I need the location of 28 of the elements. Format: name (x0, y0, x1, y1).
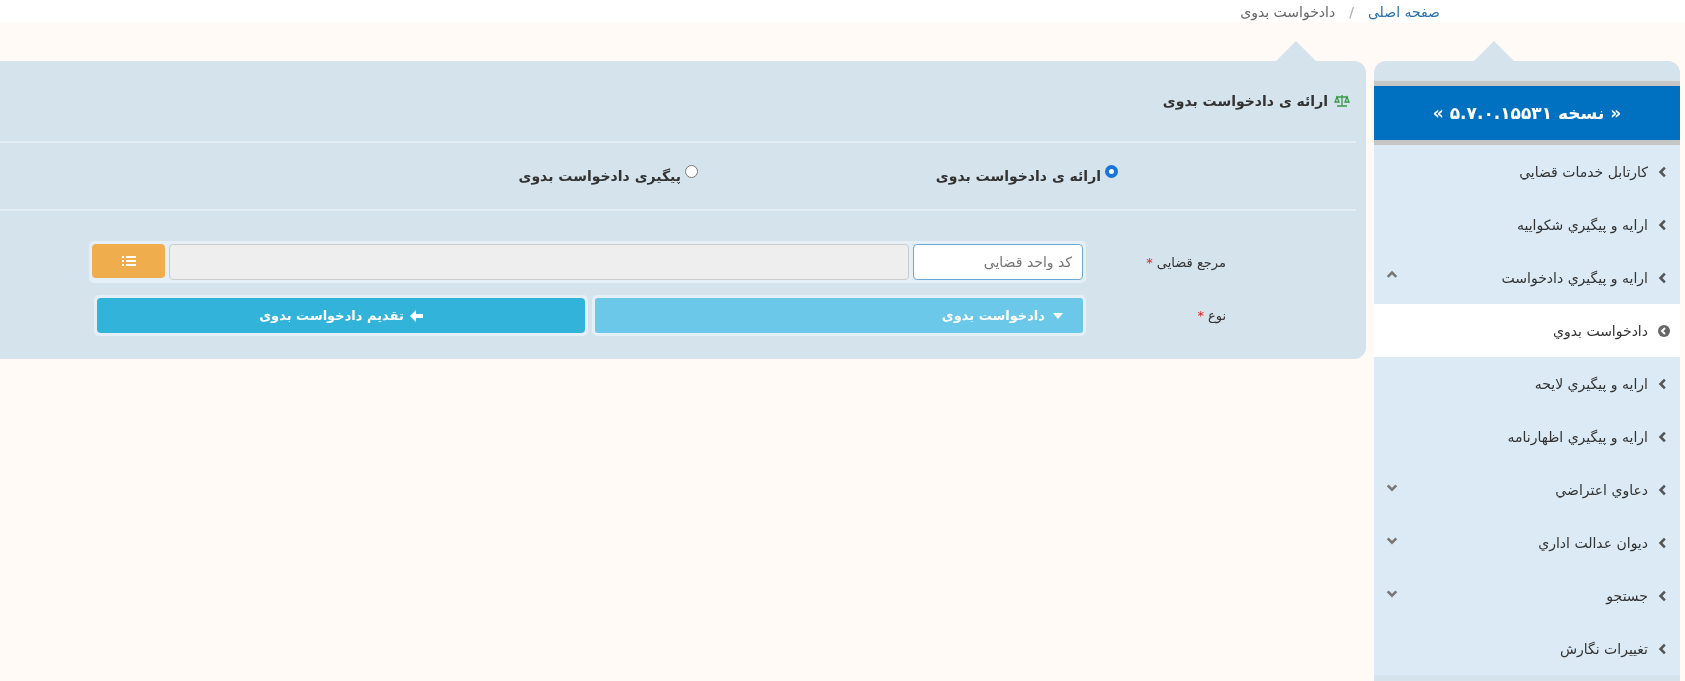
sidebar-item[interactable]: ارايه و پيگيري لايحه (1374, 357, 1680, 410)
sidebar-item[interactable]: جستجو (1374, 569, 1680, 622)
radio-option[interactable]: پیگیری دادخواست بدوی (278, 168, 698, 184)
arrow-left-icon (409, 309, 423, 322)
sidebar-item[interactable]: تغييرات نگارش (1374, 622, 1680, 675)
list-button[interactable] (92, 244, 165, 278)
sidebar-item[interactable]: ارايه و پيگيري دادخواست (1374, 251, 1680, 304)
breadcrumb-current[interactable]: دادخواست بدوی (1240, 3, 1336, 20)
field-label: نوع (1207, 308, 1226, 323)
sidebar-item[interactable]: ارايه و پيگيري شكواييه (1374, 198, 1680, 251)
sidebar-item[interactable]: ديوان عدالت اداري (1374, 516, 1680, 569)
scales-icon (1334, 94, 1350, 108)
version-banner: « نسخه ۵.۷.۰.۱۵۵۳۱ » (1374, 81, 1680, 145)
list-icon (121, 255, 136, 267)
sidebar-item[interactable]: ارايه و پيگيري اظهارنامه (1374, 410, 1680, 463)
breadcrumb-separator: / (1349, 3, 1354, 20)
sidebar-item[interactable]: دعاوي اعتراضي (1374, 463, 1680, 516)
breadcrumb-link[interactable]: صفحه اصلی (1367, 3, 1440, 20)
required-mark: * (1146, 254, 1153, 270)
caret-icon (1053, 312, 1063, 319)
sidebar-subitem[interactable]: دادخواست بدوي (1374, 304, 1680, 357)
panel-title: ارائه ی دادخواست بدوی (1162, 93, 1328, 109)
radio-option[interactable]: ارائه ی دادخواست بدوی (698, 168, 1118, 184)
unit-code-field[interactable]: کد واحد قضایی (913, 244, 1083, 280)
sidebar-item[interactable]: كارتابل خدمات قضايي (1374, 145, 1680, 198)
field-label: مرجع قضایی (1156, 254, 1226, 270)
required-mark: * (1197, 308, 1204, 323)
unit-name-field[interactable] (169, 244, 909, 280)
